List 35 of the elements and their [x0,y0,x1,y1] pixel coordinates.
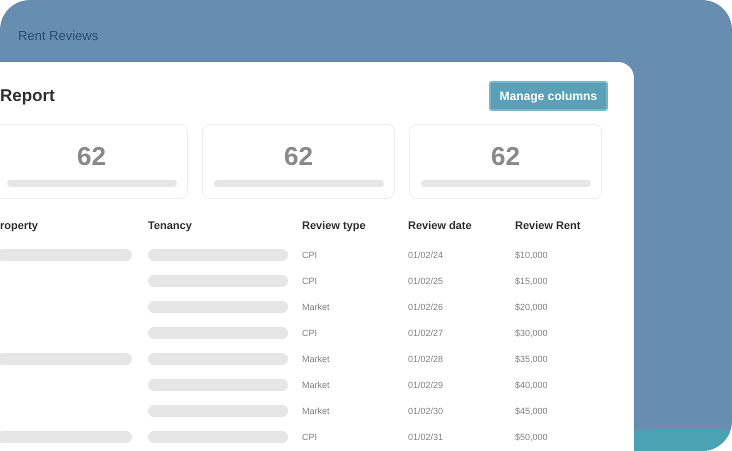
table-cell-text: $35,000 [515,353,549,366]
window-title: Rent Reviews [18,28,98,43]
column-header: Review type [302,219,367,234]
table-cell-text: CPI [302,249,318,262]
table-cell-text: $40,000 [515,379,549,392]
manage-columns-button[interactable]: Manage columns [488,81,608,111]
column-header: Tenancy [148,219,193,234]
stat-value: 62 [284,141,313,172]
table-cell-text: CPI [302,327,318,340]
table-cell-text: $10,000 [515,249,549,262]
table-cell-text: 01/02/27 [408,327,444,340]
table-cell-text: Market [302,301,331,314]
table-cell-text: Market [302,379,331,392]
stat-value: 62 [77,141,106,172]
column-header: Review Rent [515,219,582,234]
table-cell-text: 01/02/30 [408,405,444,418]
table-cell-text: 01/02/25 [408,275,444,288]
table-cell-text: 01/02/31 [408,431,444,444]
table-cell-text: $50,000 [515,431,549,444]
table-cell-text: $45,000 [515,405,549,418]
table-cell-text: $30,000 [515,327,549,340]
table-cell-text: CPI [302,431,318,444]
column-header: roperty [0,219,39,234]
table-cell-text: Market [302,353,331,366]
table-cell-text: CPI [302,275,318,288]
table-cell-text: 01/02/28 [408,353,444,366]
column-header: Review date [408,219,473,234]
table-cell-text: $15,000 [515,275,549,288]
stat-value: 62 [491,141,520,172]
table-cell-text: $20,000 [515,301,549,314]
table-cell-text: Market [302,405,331,418]
report-title: Report [0,86,55,106]
table-cell-text: 01/02/29 [408,379,444,392]
table-cell-text: 01/02/26 [408,301,444,314]
table-cell-text: 01/02/24 [408,249,444,262]
